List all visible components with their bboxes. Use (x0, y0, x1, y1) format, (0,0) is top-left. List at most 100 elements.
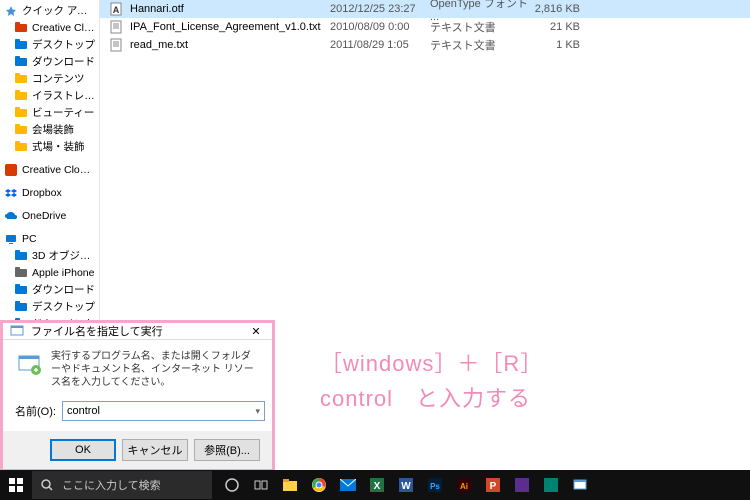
cc-icon (4, 163, 18, 177)
sidebar-item-label: 3D オブジェクト (32, 248, 95, 263)
sidebar-item[interactable]: Creative Cloud Files (0, 19, 99, 36)
close-button[interactable]: ✕ (246, 325, 266, 338)
folder-icon (14, 89, 28, 103)
sidebar-item-label: Apple iPhone (32, 267, 94, 279)
onedrive[interactable]: OneDrive (0, 207, 99, 224)
run-body-icon (15, 350, 43, 378)
file-name: Hannari.otf (130, 3, 330, 15)
folder-icon (14, 72, 28, 86)
sidebar-item[interactable]: イラストレーター (0, 87, 99, 104)
file-icon: A (108, 1, 124, 17)
file-row[interactable]: read_me.txt2011/08/29 1:05テキスト文書1 KB (100, 36, 750, 54)
word-icon[interactable]: W (392, 470, 420, 500)
powerpoint-icon[interactable]: P (479, 470, 507, 500)
start-button[interactable] (0, 470, 32, 500)
file-row[interactable]: AHannari.otf2012/12/25 23:27OpenType フォン… (100, 0, 750, 18)
cortana-icon[interactable] (218, 470, 246, 500)
folder-icon (14, 283, 28, 297)
taskview-icon[interactable] (247, 470, 275, 500)
run-body: 実行するプログラム名、または開くフォルダーやドキュメント名、インターネット リソ… (3, 340, 272, 431)
file-icon (108, 19, 124, 35)
onedrive-label: OneDrive (22, 210, 66, 222)
pc-label: PC (22, 233, 37, 245)
sidebar-item[interactable]: デスクトップ (0, 36, 99, 53)
folder-icon (14, 106, 28, 120)
illustrator-icon[interactable]: Ai (450, 470, 478, 500)
file-row[interactable]: IPA_Font_License_Agreement_v1.0.txt2010/… (100, 18, 750, 36)
creative-cloud-files[interactable]: Creative Cloud Files (0, 161, 99, 178)
run-title-label: ファイル名を指定して実行 (31, 323, 246, 339)
ok-button[interactable]: OK (50, 439, 116, 461)
search-icon (40, 478, 54, 492)
sidebar-item-label: ビューティー (32, 105, 94, 120)
run-description: 実行するプログラム名、または開くフォルダーやドキュメント名、インターネット リソ… (51, 350, 260, 389)
folder-icon (14, 123, 28, 137)
run-titlebar: ファイル名を指定して実行 ✕ (3, 323, 272, 340)
file-type: テキスト文書 (430, 19, 530, 35)
dropbox-icon (4, 186, 18, 200)
pc[interactable]: PC (0, 230, 99, 247)
file-size: 21 KB (530, 21, 580, 33)
file-date: 2010/08/09 0:00 (330, 21, 430, 33)
sidebar-item-label: デスクトップ (32, 299, 95, 314)
file-date: 2012/12/25 23:27 (330, 3, 430, 15)
run-dialog: ファイル名を指定して実行 ✕ 実行するプログラム名、または開くフォルダーやドキュ… (3, 323, 272, 467)
star-icon (4, 4, 18, 18)
run-name-label: 名前(O): (15, 403, 56, 419)
run-buttons: OK キャンセル 参照(B)... (3, 431, 272, 469)
onedrive-icon (4, 209, 18, 223)
sidebar-item[interactable]: 3D オブジェクト (0, 247, 99, 264)
svg-text:Ps: Ps (430, 482, 440, 491)
sidebar-item-label: イラストレーター (32, 88, 95, 103)
taskbar-search[interactable]: ここに入力して検索 (32, 471, 212, 499)
pc-icon (4, 232, 18, 246)
dropbox[interactable]: Dropbox (0, 184, 99, 201)
run-icon (9, 323, 25, 339)
folder-icon (14, 21, 28, 35)
svg-text:P: P (490, 481, 497, 492)
folder-icon (14, 249, 28, 263)
taskbar-apps: X W Ps Ai P (218, 470, 594, 500)
sidebar-item[interactable]: 会場装飾 (0, 121, 99, 138)
explorer-icon[interactable] (276, 470, 304, 500)
annotation-line1: ［windows］＋［R］ (320, 346, 543, 381)
run-dialog-highlight: ファイル名を指定して実行 ✕ 実行するプログラム名、または開くフォルダーやドキュ… (0, 320, 275, 470)
sidebar-item-label: デスクトップ (32, 37, 95, 52)
folder-icon (14, 55, 28, 69)
svg-text:A: A (113, 5, 120, 15)
file-name: read_me.txt (130, 39, 330, 51)
sidebar-item[interactable]: Apple iPhone (0, 264, 99, 281)
file-size: 2,816 KB (530, 3, 580, 15)
dropbox-label: Dropbox (22, 187, 62, 199)
app-icon-2[interactable] (537, 470, 565, 500)
quick-access[interactable]: クイック アクセス (0, 2, 99, 19)
mail-icon[interactable] (334, 470, 362, 500)
file-size: 1 KB (530, 39, 580, 51)
photoshop-icon[interactable]: Ps (421, 470, 449, 500)
chrome-icon[interactable] (305, 470, 333, 500)
folder-icon (14, 38, 28, 52)
run-input[interactable] (62, 401, 266, 421)
excel-icon[interactable]: X (363, 470, 391, 500)
sidebar-item[interactable]: デスクトップ (0, 298, 99, 315)
sidebar-item[interactable]: ダウンロード (0, 53, 99, 70)
folder-icon (14, 300, 28, 314)
sidebar-item[interactable]: コンテンツ (0, 70, 99, 87)
browse-button[interactable]: 参照(B)... (194, 439, 260, 461)
sidebar-item-label: 会場装飾 (32, 122, 74, 137)
svg-text:X: X (374, 481, 381, 492)
sidebar-item[interactable]: ビューティー (0, 104, 99, 121)
svg-text:W: W (401, 481, 411, 492)
run-taskbar-icon[interactable] (566, 470, 594, 500)
sidebar-item[interactable]: 式場・装飾 (0, 138, 99, 155)
sidebar-item-label: コンテンツ (32, 71, 85, 86)
quick-access-label: クイック アクセス (22, 3, 95, 18)
folder-icon (14, 140, 28, 154)
annotation-text: ［windows］＋［R］ control と入力する (320, 346, 543, 416)
app-icon[interactable] (508, 470, 536, 500)
sidebar-item[interactable]: ダウンロード (0, 281, 99, 298)
cancel-button[interactable]: キャンセル (122, 439, 188, 461)
sidebar-item-label: 式場・装飾 (32, 139, 85, 154)
file-icon (108, 37, 124, 53)
svg-text:Ai: Ai (460, 482, 468, 491)
